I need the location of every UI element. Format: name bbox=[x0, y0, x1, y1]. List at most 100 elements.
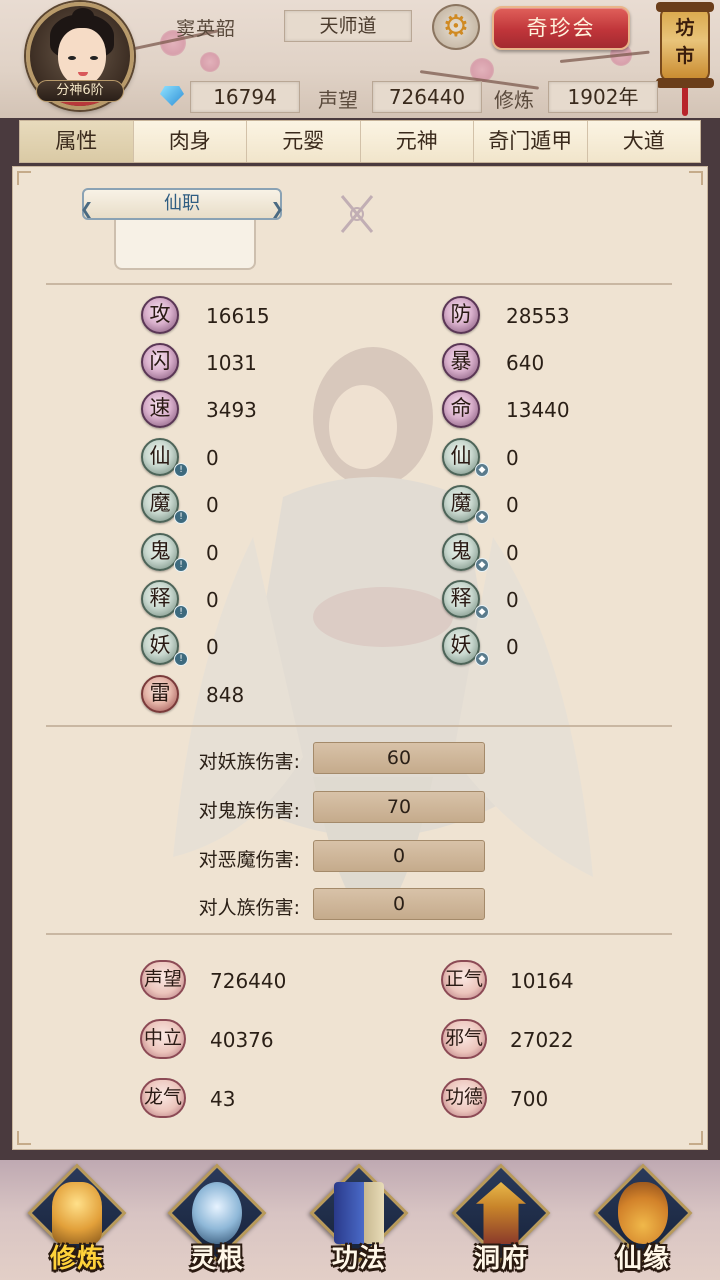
reputation-label: 声望 bbox=[318, 88, 358, 112]
nav-technique-label: 功法 bbox=[331, 1244, 386, 1274]
hp-value: 13440 bbox=[506, 398, 570, 422]
immortal-post-tag[interactable]: ❮ 仙职 ❯ bbox=[80, 188, 284, 223]
damage-vs-ghost-value: 70 bbox=[313, 791, 485, 823]
sect-field: 天师道 bbox=[284, 10, 412, 42]
buddhist-defense-value: 0 bbox=[506, 588, 519, 612]
top-bar: 分神6阶 窦英韶 天师道 ⚙ 奇珍会 坊市 16794 声望 726440 修炼… bbox=[0, 0, 720, 118]
tab-great-dao[interactable]: 大道 bbox=[587, 121, 700, 162]
dragon-qi-value: 43 bbox=[210, 1087, 236, 1111]
attack-badge-icon: ! bbox=[174, 510, 188, 524]
demon-attack-value: 0 bbox=[206, 493, 219, 517]
nav-destiny[interactable]: 仙缘 bbox=[588, 1163, 698, 1278]
section-divider bbox=[46, 725, 672, 727]
chevron-left-icon[interactable]: ❮ bbox=[80, 195, 93, 223]
gear-icon: ⚙ bbox=[442, 9, 470, 44]
attack-badge-icon: ! bbox=[174, 652, 188, 666]
ghost-attack-value: 0 bbox=[206, 541, 219, 565]
nav-destiny-label: 仙缘 bbox=[615, 1244, 670, 1274]
avatar-bun bbox=[72, 8, 94, 24]
shield-badge-icon: ◆ bbox=[475, 605, 489, 619]
damage-vs-monster-label: 对妖族伤害: bbox=[198, 751, 300, 773]
treasure-fair-button[interactable]: 奇珍会 bbox=[492, 6, 630, 50]
damage-vs-monster-value: 60 bbox=[313, 742, 485, 774]
cultivation-icon bbox=[52, 1182, 102, 1244]
defense-value: 28553 bbox=[506, 304, 570, 328]
market-label: 坊市 bbox=[660, 14, 710, 70]
technique-book-icon bbox=[334, 1182, 384, 1244]
attack-value: 16615 bbox=[206, 304, 270, 328]
market-button[interactable]: 坊市 bbox=[654, 0, 716, 118]
buddhist-attack-value: 0 bbox=[206, 588, 219, 612]
attack-badge-icon: ! bbox=[174, 558, 188, 572]
branch-decoration bbox=[559, 50, 650, 63]
attribute-panel bbox=[12, 166, 708, 1150]
evil-qi-value: 27022 bbox=[510, 1028, 574, 1052]
nav-cave-dwelling[interactable]: 洞府 bbox=[446, 1163, 556, 1278]
avatar-eye bbox=[90, 56, 98, 60]
lantern-base bbox=[656, 78, 714, 88]
nav-cave-dwelling-label: 洞府 bbox=[473, 1244, 528, 1274]
reputation-stat-value: 726440 bbox=[210, 969, 287, 993]
damage-vs-ghost-label: 对鬼族伤害: bbox=[198, 800, 300, 822]
tab-nascent-soul[interactable]: 元婴 bbox=[247, 121, 361, 162]
hp-stat-icon: 命 bbox=[442, 390, 480, 428]
nav-cultivation-label: 修炼 bbox=[49, 1244, 104, 1274]
corner-ornament bbox=[17, 171, 31, 185]
dodge-stat-icon: 闪 bbox=[141, 343, 179, 381]
crossed-swords-emblem-icon bbox=[340, 195, 374, 233]
market-label-text: 坊市 bbox=[675, 17, 695, 67]
section-divider bbox=[46, 933, 672, 935]
attack-stat-icon: 攻 bbox=[141, 296, 179, 334]
avatar-face bbox=[58, 28, 106, 86]
tab-primordial-spirit[interactable]: 元神 bbox=[360, 121, 474, 162]
demon-defense-value: 0 bbox=[506, 493, 519, 517]
immortal-defense-value: 0 bbox=[506, 446, 519, 470]
avatar-eye bbox=[68, 56, 76, 60]
immortal-attack-value: 0 bbox=[206, 446, 219, 470]
critical-value: 640 bbox=[506, 351, 545, 375]
monster-defense-value: 0 bbox=[506, 635, 519, 659]
damage-vs-human-label: 对人族伤害: bbox=[198, 897, 300, 919]
spirit-stone-count: 16794 bbox=[190, 81, 300, 113]
evil-qi-icon: 邪气 bbox=[441, 1019, 487, 1059]
attribute-tabs: 属性 肉身 元婴 元神 奇门遁甲 大道 bbox=[19, 120, 701, 163]
chevron-right-icon[interactable]: ❯ bbox=[271, 195, 284, 223]
tab-attributes[interactable]: 属性 bbox=[20, 121, 134, 162]
merit-value: 700 bbox=[510, 1087, 549, 1111]
neutral-value: 40376 bbox=[210, 1028, 274, 1052]
spirit-root-icon bbox=[192, 1182, 242, 1244]
nav-spirit-root-label: 灵根 bbox=[189, 1244, 244, 1274]
lantern-cap bbox=[656, 2, 714, 12]
defense-stat-icon: 防 bbox=[442, 296, 480, 334]
neutral-icon: 中立 bbox=[140, 1019, 186, 1059]
settings-button[interactable]: ⚙ bbox=[432, 4, 480, 50]
lantern-tassel bbox=[682, 88, 688, 116]
speed-value: 3493 bbox=[206, 398, 257, 422]
damage-vs-demon-value: 0 bbox=[313, 840, 485, 872]
damage-vs-human-value: 0 bbox=[313, 888, 485, 920]
nav-spirit-root[interactable]: 灵根 bbox=[162, 1163, 272, 1278]
thunder-stat-icon: 雷 bbox=[141, 675, 179, 713]
monster-attack-value: 0 bbox=[206, 635, 219, 659]
corner-ornament bbox=[17, 1131, 31, 1145]
immortal-post-label: 仙职 bbox=[164, 193, 200, 214]
nav-cultivation[interactable]: 修炼 bbox=[22, 1163, 132, 1278]
reputation-icon: 声望 bbox=[140, 960, 186, 1000]
corner-ornament bbox=[689, 1131, 703, 1145]
tab-qimen-dunjia[interactable]: 奇门遁甲 bbox=[474, 121, 588, 162]
cultivation-label: 修炼 bbox=[494, 88, 534, 112]
nav-technique[interactable]: 功法 bbox=[304, 1163, 414, 1278]
spirit-stone-icon bbox=[160, 86, 184, 106]
dragon-qi-icon: 龙气 bbox=[140, 1078, 186, 1118]
righteous-qi-icon: 正气 bbox=[441, 960, 487, 1000]
critical-stat-icon: 暴 bbox=[442, 343, 480, 381]
shield-badge-icon: ◆ bbox=[475, 558, 489, 572]
attack-badge-icon: ! bbox=[174, 605, 188, 619]
immortal-post-slot[interactable] bbox=[114, 218, 256, 270]
tab-body[interactable]: 肉身 bbox=[133, 121, 247, 162]
damage-vs-demon-label: 对恶魔伤害: bbox=[198, 849, 300, 871]
cultivation-years: 1902年 bbox=[548, 81, 658, 113]
reputation-value: 726440 bbox=[372, 81, 482, 113]
player-name: 窦英韶 bbox=[176, 18, 237, 40]
shield-badge-icon: ◆ bbox=[475, 463, 489, 477]
